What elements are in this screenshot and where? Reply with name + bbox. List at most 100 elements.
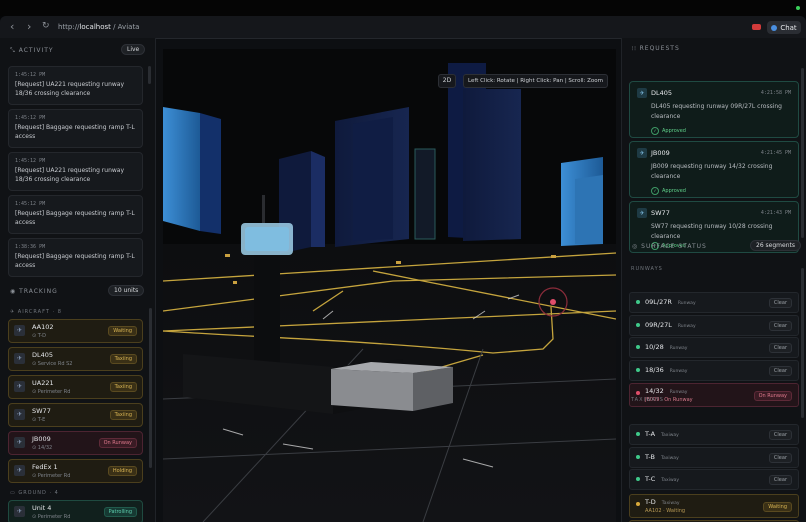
unit-row[interactable]: ✈ SW77 ⊙ T-E Taxiing [8,403,143,427]
surface-segment[interactable]: 14/32 Runway JB009 · On Runway On Runway [629,383,799,407]
segment-name: 09R/27L Runway [645,321,696,329]
request-card[interactable]: ✈ DL405 4:21:58 PM DL405 requesting runway … [629,81,799,138]
system-top-bar [0,0,806,16]
requests-scrollbar[interactable] [801,68,804,238]
unit-status-badge: Taxiing [109,410,137,420]
activity-item[interactable]: 1:38:36 PM [Request] Baggage requesting r… [8,238,143,277]
left-panel: ⤡ ACTIVITY Live 1:45:12 PM [Request] UA22… [0,38,156,522]
segment-status-badge: Clear [768,430,792,440]
surface-segment[interactable]: T-C Taxiway Clear [629,469,799,490]
unit-name: UA221 [32,379,54,387]
requests-header: ⦙⦙ REQUESTS [632,45,680,52]
request-message: SW77 requesting runway 10/28 crossing cl… [651,223,773,240]
segment-status-badge: Clear [768,366,792,376]
aircraft-icon: ✈ [14,437,25,448]
segment-name-text: 10/28 [645,343,664,351]
segment-status-badge: Clear [768,343,792,353]
tracking-scrollbar[interactable] [149,308,152,468]
unit-location: ⊙ Perimeter Rd [32,389,70,395]
request-id: JB009 [651,149,670,157]
segment-status-badge: Clear [768,453,792,463]
surface-segment[interactable]: 18/36 Runway Clear [629,360,799,381]
tracking-header: ◉ TRACKING [10,288,58,295]
chat-button[interactable]: Chat [767,21,801,34]
segment-occupant: AA102 · Waiting [645,508,686,514]
request-id: DL405 [651,89,673,97]
segment-status-badge: Clear [768,321,792,331]
segment-type: Runway [669,346,688,351]
unit-location-text: Perimeter Rd [37,389,71,395]
surface-segment[interactable]: 09L/27R Runway Clear [629,292,799,313]
activity-item[interactable]: 1:45:12 PM [Request] UA221 requesting run… [8,152,143,191]
segment-name: T-A Taxiway [645,430,679,438]
approved-status: Approved [651,187,686,195]
unit-location-text: Service Rd S2 [37,361,73,367]
surface-segment[interactable]: T-A Taxiway Clear [629,424,799,445]
scene-canvas[interactable] [163,49,616,522]
notification-badge[interactable] [752,24,761,30]
unit-location-text: 14/32 [37,445,53,451]
aircraft-icon: ✈ [14,353,25,364]
segments-count-badge: 26 segments [750,240,801,251]
segment-type: Runway [677,324,696,329]
reload-icon[interactable]: ↻ [42,21,50,31]
unit-status-badge: Holding [107,466,137,476]
unit-name: DL405 [32,351,54,359]
activity-scrollbar[interactable] [148,66,151,84]
segment-name: 10/28 Runway [645,343,687,351]
unit-location: ⊙ Perimeter Rd [32,514,70,520]
segment-name-text: T-A [645,430,656,438]
unit-name: Unit 4 [32,504,52,512]
activity-item[interactable]: 1:45:12 PM [Request] Baggage requesting r… [8,195,143,234]
segment-type: Runway [669,369,688,374]
unit-row[interactable]: ✈ UA221 ⊙ Perimeter Rd Taxiing [8,375,143,399]
activity-item[interactable]: 1:45:12 PM [Request] UA221 requesting run… [8,66,143,105]
unit-location: ⊙ Perimeter Rd [32,473,70,479]
segment-status-dot [636,323,640,327]
surface-segment[interactable]: 10/28 Runway Clear [629,337,799,358]
approved-status: Approved [651,127,686,135]
unit-location-text: Perimeter Rd [37,473,71,479]
activity-item[interactable]: 1:45:12 PM [Request] Baggage requesting r… [8,109,143,148]
activity-header: ⤡ ACTIVITY [10,47,54,54]
view-mode-toggle[interactable]: 2D [438,74,456,88]
segment-type: Runway [677,301,696,306]
segment-status-badge: On Runway [753,391,792,401]
surface-scrollbar[interactable] [801,268,804,418]
aircraft-icon: ✈ [14,381,25,392]
airport-3d-viewport[interactable]: 2D Left Click: Rotate | Right Click: Pan… [163,49,616,522]
unit-row[interactable]: ✈ FedEx 1 ⊙ Perimeter Rd Holding [8,459,143,483]
unit-status-badge: Patrolling [103,507,137,517]
surface-segment[interactable]: 09R/27L Runway Clear [629,315,799,336]
activity-message: [Request] UA221 requesting runway 18/36 … [15,81,125,97]
unit-row[interactable]: ✈ DL405 ⊙ Service Rd S2 Taxiing [8,347,143,371]
aircraft-icon: ✈ [14,465,25,476]
segment-name-text: 18/36 [645,366,664,374]
surface-segment[interactable]: T-B Taxiway Clear [629,447,799,468]
back-icon[interactable]: ‹ [10,20,14,33]
url-field[interactable]: http://localhost / Aviata [58,23,139,31]
chat-icon [771,24,778,31]
forward-icon[interactable]: › [27,20,31,33]
activity-time: 1:45:12 PM [15,201,46,207]
unit-status-badge: Waiting [108,326,137,336]
unit-name: JB009 [32,435,51,443]
unit-status-badge: Taxiing [109,382,137,392]
activity-time: 1:45:12 PM [15,115,46,121]
segment-status-badge: Waiting [763,502,792,512]
unit-row[interactable]: ✈ AA102 ⊙ T-D Waiting [8,319,143,343]
hangar-block [331,362,453,411]
unit-row[interactable]: ✈ JB009 ⊙ 14/32 On Runway [8,431,143,455]
right-panel: ⦙⦙ REQUESTS ✈ DL405 4:21:58 PM DL405 reques… [621,38,806,522]
segment-status-dot [636,300,640,304]
request-card[interactable]: ✈ JB009 4:21:45 PM JB009 requesting runway … [629,141,799,198]
runways-group-label: RUNWAYS [631,266,663,272]
unit-row[interactable]: ✈ Unit 4 ⊙ Perimeter Rd Patrolling [8,500,143,522]
segment-name: 14/32 Runway [645,387,687,395]
segment-name: T-C Taxiway [645,475,679,483]
surface-segment[interactable]: T-D Taxiway AA102 · Waiting Waiting [629,494,799,518]
request-message: JB009 requesting runway 14/32 crossing c… [651,163,773,180]
unit-location: ⊙ T-D [32,333,46,339]
segment-status-badge: Clear [768,475,792,485]
segment-name: 09L/27R Runway [645,298,696,306]
